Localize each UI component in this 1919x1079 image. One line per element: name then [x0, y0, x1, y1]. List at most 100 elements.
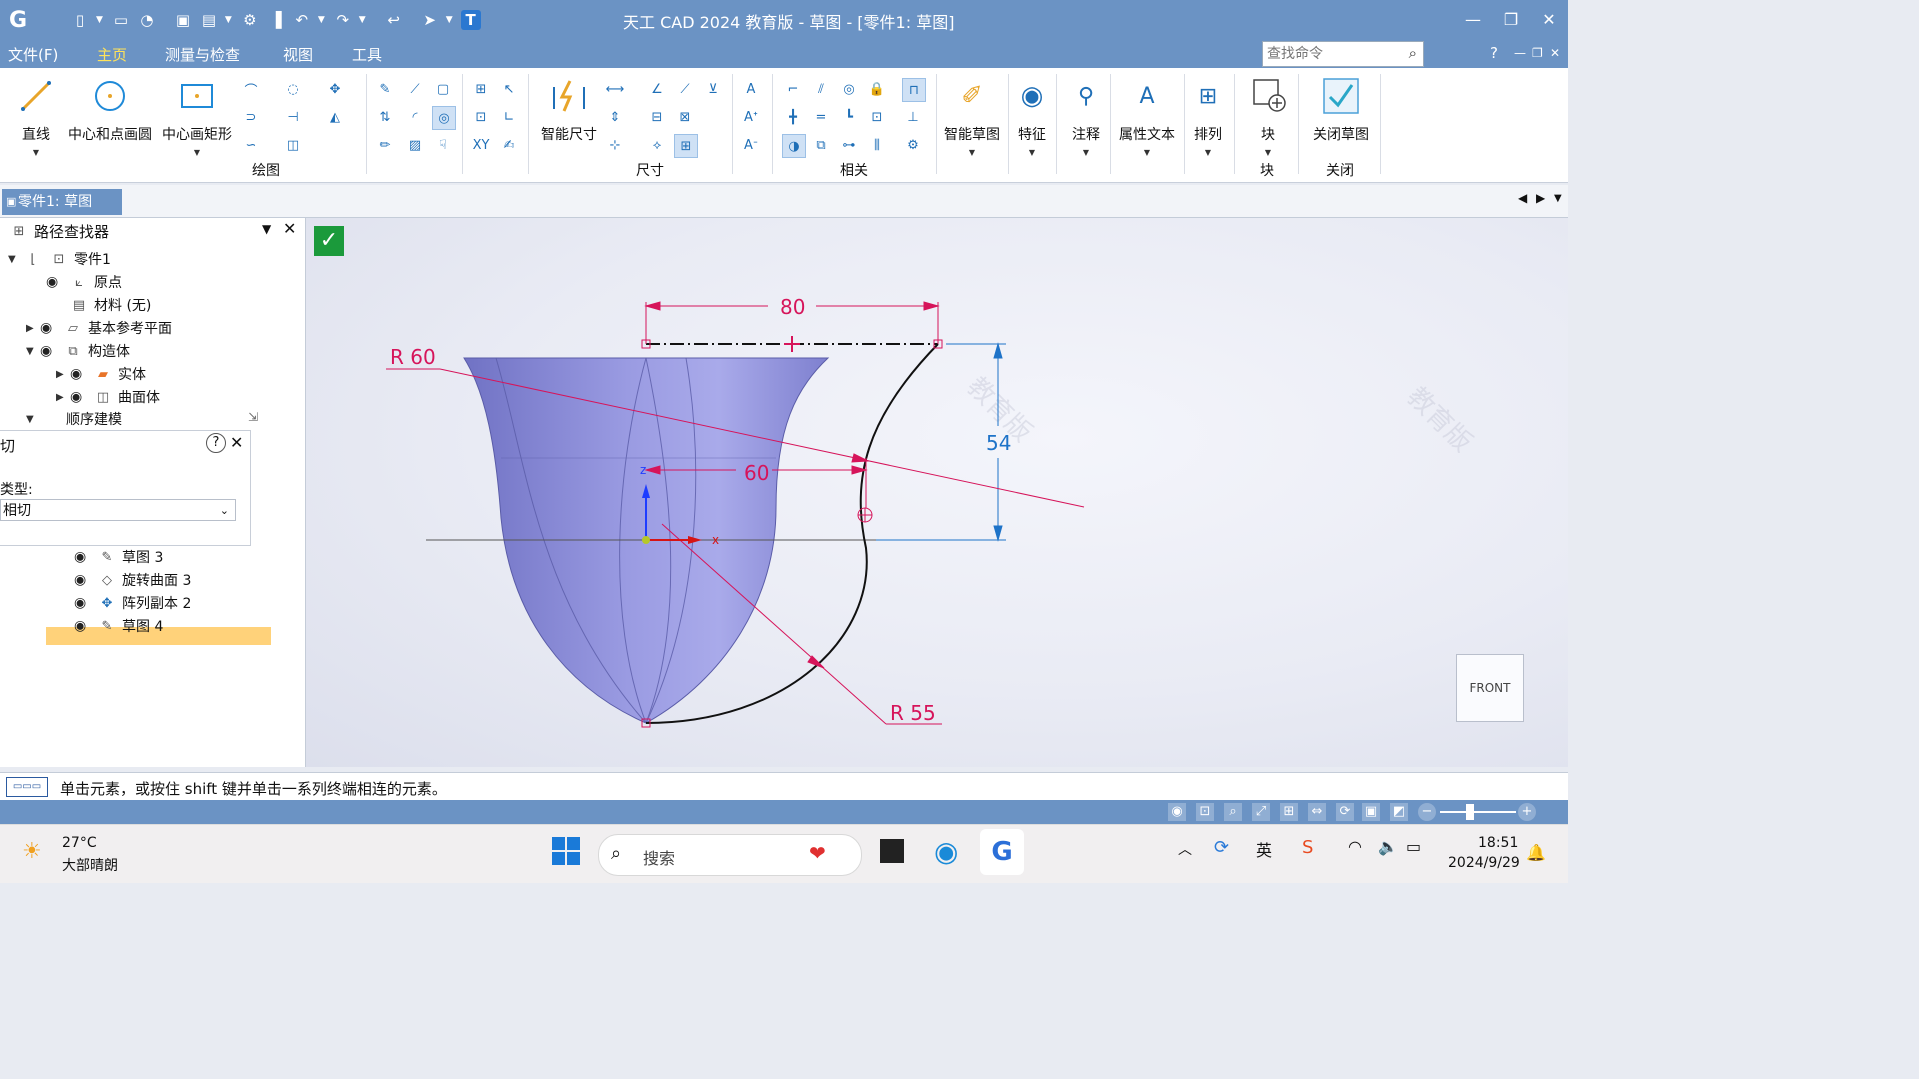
fit-icon[interactable]: ⊞: [1280, 803, 1298, 821]
angle-icon[interactable]: ∟: [498, 106, 520, 128]
expand-arrow-icon[interactable]: ▶: [56, 392, 70, 403]
symmetric-dim-icon[interactable]: ⊻: [702, 78, 724, 100]
tree-surface[interactable]: ▶ ◉ ◫ 曲面体: [56, 387, 160, 407]
trim-icon[interactable]: ✎: [374, 78, 396, 100]
relate-handle-icon[interactable]: ⊓: [902, 78, 926, 102]
menu-measure[interactable]: 测量与检查: [165, 44, 240, 65]
dim-inner-width[interactable]: 60: [744, 461, 769, 485]
undo-icon[interactable]: ↶: [292, 10, 312, 30]
perpendicular-icon[interactable]: ⌐: [782, 78, 804, 100]
keyboard-icon[interactable]: ▭▭▭: [6, 777, 48, 797]
coordinate-dim-icon[interactable]: ⊠: [674, 106, 696, 128]
equal-icon[interactable]: =: [810, 106, 832, 128]
sketch-canvas[interactable]: 教育版 教育版 80 54 60 R 60 R 55 z x: [306, 218, 1568, 767]
block-button[interactable]: 块 ▼: [1246, 76, 1290, 157]
tree-sketch4[interactable]: ◉ ✎ 草图 4: [74, 616, 163, 636]
chevron-down-icon[interactable]: ▼: [1188, 148, 1228, 157]
ime-indicator[interactable]: 英: [1256, 837, 1272, 861]
restore-button[interactable]: ❐: [1496, 8, 1526, 32]
zoom-icon[interactable]: ⤢: [1252, 803, 1270, 821]
tab-part1-sketch[interactable]: ▣ 零件1: 草图: [2, 189, 122, 215]
task-view-icon[interactable]: [880, 839, 904, 863]
rotate-icon[interactable]: ⟳: [1336, 803, 1354, 821]
command-search[interactable]: ⌕: [1262, 41, 1424, 67]
zoom-in-icon[interactable]: +: [1518, 803, 1536, 821]
tiangong-cad-taskbar-icon[interactable]: G: [980, 829, 1024, 875]
tree-revolve3[interactable]: ◉ ◇ 旋转曲面 3: [74, 570, 191, 590]
style-icon[interactable]: ◩: [1390, 803, 1408, 821]
view-icon[interactable]: ⊡: [1196, 803, 1214, 821]
chevron-down-icon[interactable]: ⌄: [220, 500, 229, 522]
diagonal-dim-icon[interactable]: ⟋: [674, 78, 696, 100]
save-icon[interactable]: ▣: [173, 10, 193, 30]
curve-icon[interactable]: ∽: [240, 134, 262, 156]
sync-icon[interactable]: ⟳: [1214, 837, 1229, 858]
chevron-down-icon[interactable]: ▼: [940, 148, 1004, 157]
render-icon[interactable]: ▣: [1362, 803, 1380, 821]
tree-base-planes[interactable]: ▶ ◉ ▱ 基本参考平面: [26, 318, 172, 338]
chevron-down-icon[interactable]: ▼: [318, 15, 325, 25]
windows-start-icon[interactable]: [552, 837, 580, 865]
smart-dimension-button[interactable]: 智能尺寸: [536, 76, 602, 144]
chevron-down-icon[interactable]: ▼: [16, 148, 56, 157]
horizontal-dim-icon[interactable]: ⟷: [604, 78, 626, 100]
ordinate-dim-icon[interactable]: ⊹: [604, 134, 626, 156]
eye-icon[interactable]: ◉: [70, 366, 92, 382]
expand-arrow-icon[interactable]: ▼: [8, 254, 22, 265]
connect-icon[interactable]: ╋: [782, 106, 804, 128]
chain-dim-icon[interactable]: ⊟: [646, 106, 668, 128]
menu-tools[interactable]: 工具: [352, 44, 382, 65]
edge-browser-icon[interactable]: ◉: [934, 835, 958, 868]
collinear-icon[interactable]: ⊶: [838, 134, 860, 156]
tree-material[interactable]: ▤ 材料 (无): [68, 295, 152, 315]
rigid-set-icon[interactable]: ⊡: [866, 106, 888, 128]
pen-icon[interactable]: ✏: [374, 134, 396, 156]
tree-construction[interactable]: ▼ ◉ ⧉ 构造体: [26, 341, 130, 361]
tangent-icon[interactable]: ◑: [782, 134, 806, 158]
chevron-down-icon[interactable]: ▼: [96, 15, 103, 25]
panel-pin-icon[interactable]: ▼: [262, 222, 271, 236]
menu-file[interactable]: 文件(F): [8, 44, 58, 65]
chevron-down-icon[interactable]: ▼: [225, 15, 232, 25]
wps-icon[interactable]: S: [1302, 837, 1313, 858]
chevron-down-icon[interactable]: ▼: [160, 148, 234, 157]
tangent-arc-icon[interactable]: ⊃: [240, 106, 262, 128]
tree-origin[interactable]: ◉ ⟀ 原点: [46, 272, 122, 292]
save-all-icon[interactable]: ▤: [199, 10, 219, 30]
text-size-icon[interactable]: A: [740, 78, 762, 100]
close-window-button[interactable]: ✕: [1534, 8, 1564, 32]
maintain-relations-icon[interactable]: ⊥: [902, 106, 924, 128]
expand-arrow-icon[interactable]: ▼: [26, 414, 40, 425]
panel-close-icon[interactable]: ✕: [283, 219, 296, 238]
help-icon[interactable]: ?: [206, 433, 226, 453]
line-button[interactable]: 直线 ▼: [16, 76, 56, 157]
close-icon[interactable]: ✕: [230, 433, 243, 452]
view-cube[interactable]: FRONT: [1456, 654, 1524, 722]
eye-icon[interactable]: ◉: [70, 389, 92, 405]
help-icon[interactable]: ?: [1490, 44, 1498, 62]
clock-date[interactable]: 2024/9/29: [1448, 855, 1520, 871]
tab-scroll-right-icon[interactable]: ▶: [1536, 191, 1545, 205]
horizontal-vertical-icon[interactable]: ┗: [838, 106, 860, 128]
menu-view[interactable]: 视图: [283, 44, 313, 65]
move-icon[interactable]: ✥: [324, 78, 346, 100]
notification-bell-icon[interactable]: 🔔: [1526, 843, 1546, 862]
rect-select-icon[interactable]: ▢: [432, 78, 454, 100]
grid-icon[interactable]: ⊞: [470, 78, 492, 100]
tab-list-chevron-icon[interactable]: ▼: [1554, 193, 1562, 204]
eye-icon[interactable]: ◉: [40, 343, 62, 359]
eye-icon[interactable]: ◉: [46, 274, 68, 290]
select-cursor-icon[interactable]: ➤: [420, 10, 440, 30]
extend-icon[interactable]: ⟋: [404, 78, 426, 100]
split-icon[interactable]: ⇅: [374, 106, 396, 128]
chevron-down-icon[interactable]: ▼: [1114, 148, 1180, 157]
eye-icon[interactable]: ◉: [74, 572, 96, 588]
battery-icon[interactable]: ▭: [1406, 837, 1421, 856]
close-sketch-button[interactable]: 关闭草图: [1306, 76, 1376, 144]
parallel-icon[interactable]: ⫽: [810, 78, 832, 100]
mirror-icon[interactable]: ◭: [324, 106, 346, 128]
open-file-icon[interactable]: ▭: [111, 10, 131, 30]
zoom-slider-thumb[interactable]: [1466, 804, 1474, 820]
command-search-input[interactable]: [1263, 42, 1399, 66]
text-up-icon[interactable]: Aᐩ: [740, 106, 762, 128]
